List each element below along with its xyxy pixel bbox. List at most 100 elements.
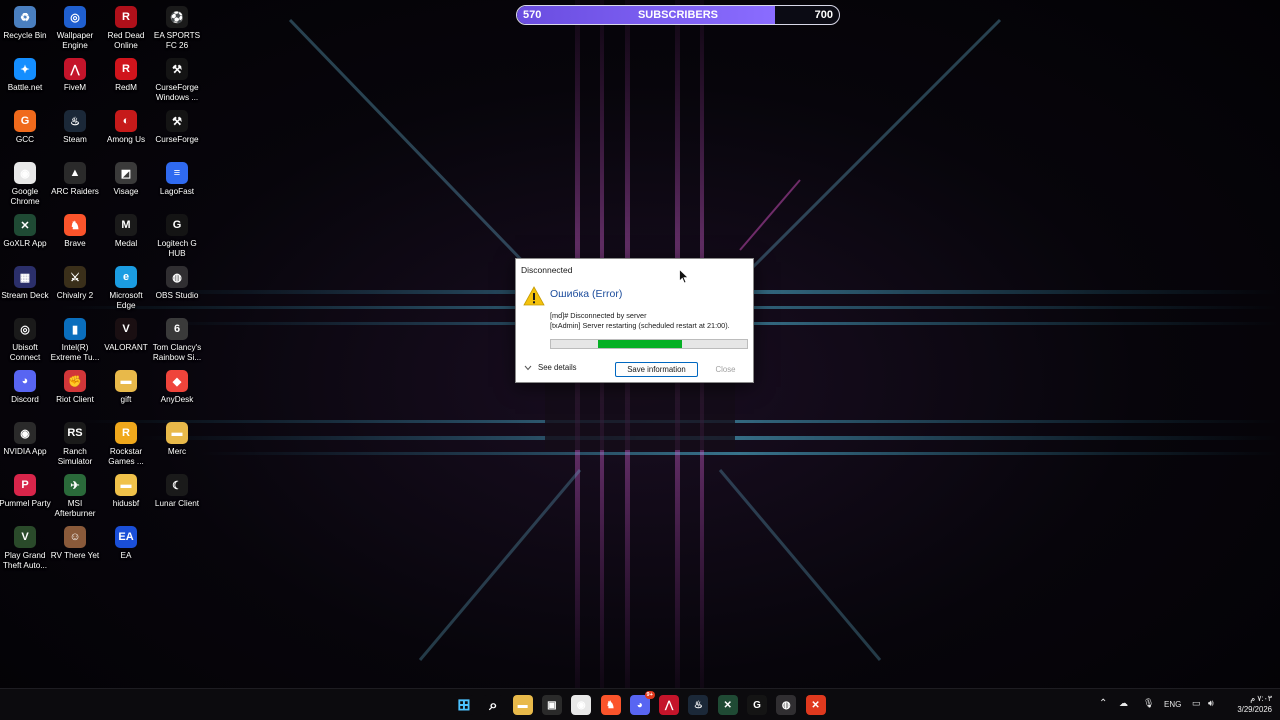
ranch-simulator-icon: RS (64, 422, 86, 444)
see-details-toggle[interactable]: See details (524, 363, 577, 372)
fivem-error-icon[interactable]: ✕ (805, 695, 826, 715)
language-indicator[interactable]: ENG (1164, 700, 1181, 709)
desktop-icon-label: Discord (11, 395, 39, 404)
microsoft-store-icon[interactable]: ▣ (541, 695, 562, 715)
desktop-icon[interactable]: ◆ AnyDesk (152, 366, 202, 405)
desktop-icon[interactable]: ◉ Google Chrome (0, 158, 50, 207)
desktop-icon-label: Microsoft Edge (109, 291, 143, 310)
desktop-icon[interactable]: ☾ Lunar Client (152, 470, 202, 509)
volume-icon[interactable]: 🔊︎ (1208, 698, 1214, 709)
desktop-icon[interactable]: ◎ Ubisoft Connect (0, 314, 50, 363)
desktop-icon[interactable]: ✈ MSI Afterburner (50, 470, 100, 519)
desktop-icon[interactable]: M Medal (101, 210, 151, 249)
desktop-icon[interactable]: ✊ Riot Client (50, 366, 100, 405)
battlenet-icon: ✦ (14, 58, 36, 80)
obs-studio-icon[interactable]: ◍ (776, 695, 797, 715)
desktop-icon[interactable]: ▲ ARC Raiders (50, 158, 100, 197)
google-chrome-icon: ◉ (14, 162, 36, 184)
fivem-icon[interactable]: ⋀ (659, 695, 680, 715)
desktop-icon[interactable]: ⚒ CurseForge Windows ... (152, 54, 202, 103)
desktop-icon[interactable]: G GCC (0, 106, 50, 145)
desktop-icon[interactable]: ◩ Visage (101, 158, 151, 197)
close-button[interactable]: Close (702, 362, 749, 377)
desktop-icon[interactable]: V VALORANT (101, 314, 151, 353)
desktop-icon-label: Visage (113, 187, 139, 196)
folder-icon: ▬ (166, 422, 188, 444)
desktop-icon[interactable]: ◉ NVIDIA App (0, 418, 50, 457)
desktop-icon[interactable]: ◕ Discord (0, 366, 50, 405)
visage-icon: ◩ (115, 162, 137, 184)
error-message-line-1: [md]# Disconnected by server (550, 311, 647, 320)
show-hidden-icons-chevron-icon[interactable]: ⌃ (1099, 698, 1107, 709)
desktop-icon-label: AnyDesk (160, 395, 194, 404)
redm-icon: R (115, 58, 137, 80)
desktop-icon[interactable]: EA EA (101, 522, 151, 561)
desktop-icon[interactable]: ⋀ FiveM (50, 54, 100, 93)
brave-icon[interactable]: ♞ (600, 695, 621, 715)
desktop-icon[interactable]: ⚽ EA SPORTS FC 26 (152, 2, 202, 51)
desktop-icon-label: Pummel Party (0, 499, 51, 508)
desktop-icon[interactable]: ≡ LagoFast (152, 158, 202, 197)
google-chrome-icon[interactable]: ◉ (571, 695, 592, 715)
clock[interactable]: ٧:٠٣ م 3/29/2026 (1237, 693, 1272, 715)
network-icon[interactable]: ▭ (1192, 698, 1201, 709)
desktop-icon[interactable]: ✕ GoXLR App (0, 210, 50, 249)
discord-icon[interactable]: ◕ 9+ (629, 691, 655, 715)
desktop-icon[interactable]: ♞ Brave (50, 210, 100, 249)
folder-icon: ▬ (115, 474, 137, 496)
logitech-ghub-icon[interactable]: G (747, 695, 767, 715)
curseforge-windows-icon: ⚒ (166, 58, 188, 80)
desktop-icon[interactable]: ✦ Battle.net (0, 54, 50, 93)
desktop-icon[interactable]: G Logitech G HUB (152, 210, 202, 259)
red-dead-online-icon: R (115, 6, 137, 28)
recycle-bin-icon: ♻ (14, 6, 36, 28)
desktop-icon-label: Chivalry 2 (56, 291, 94, 300)
file-explorer-icon[interactable]: ▬ (512, 695, 533, 715)
subscriber-goal-bar: 570 SUBSCRIBERS 700 (516, 5, 840, 25)
desktop-icon[interactable]: ♻ Recycle Bin (0, 2, 50, 41)
rockstar-games-icon: R (115, 422, 137, 444)
save-information-button[interactable]: Save information (615, 362, 698, 377)
steam-icon: ♨ (64, 110, 86, 132)
desktop-icon[interactable]: ▦ Stream Deck (0, 262, 50, 301)
desktop-icon[interactable]: ⚒ CurseForge (152, 106, 202, 145)
onedrive-icon[interactable]: ☁ (1119, 698, 1128, 709)
desktop-icon-label: NVIDIA App (3, 447, 47, 456)
desktop-icon[interactable]: 6 Tom Clancy's Rainbow Si... (152, 314, 202, 363)
progress-bar-fill (598, 340, 683, 348)
desktop-icon[interactable]: V Play Grand Theft Auto... (0, 522, 50, 571)
windows-start-icon[interactable]: ⊞ (454, 695, 474, 715)
desktop-icon[interactable]: R Red Dead Online (101, 2, 151, 51)
desktop-icon[interactable]: ▬ hidusbf (101, 470, 151, 509)
search-icon[interactable]: ⌕ (483, 695, 504, 715)
arc-raiders-icon: ▲ (64, 162, 86, 184)
desktop-icon-label: EA SPORTS FC 26 (153, 31, 201, 50)
desktop-icon[interactable]: ☺ RV There Yet (50, 522, 100, 561)
microphone-icon[interactable]: 🎙︎ (1143, 698, 1154, 709)
desktop-icon[interactable]: R Rockstar Games ... (101, 418, 151, 467)
desktop-icon[interactable]: ◍ OBS Studio (152, 262, 202, 301)
desktop-icon[interactable]: ▬ Merc (152, 418, 202, 457)
desktop-icon[interactable]: ◎ Wallpaper Engine (50, 2, 100, 51)
desktop-icon[interactable]: ▬ gift (101, 366, 151, 405)
fivem-icon: ⋀ (64, 58, 86, 80)
desktop-icon[interactable]: RS Ranch Simulator (50, 418, 100, 467)
desktop-icon[interactable]: ⚔ Chivalry 2 (50, 262, 100, 301)
desktop-icon[interactable]: R RedM (101, 54, 151, 93)
desktop-icon[interactable]: e Microsoft Edge (101, 262, 151, 311)
desktop-icon-label: Steam (63, 135, 87, 144)
desktop-icon-label: Wallpaper Engine (56, 31, 94, 50)
desktop-icon[interactable]: ▮ Intel(R) Extreme Tu... (50, 314, 100, 363)
gcc-icon: G (14, 110, 36, 132)
curseforge-icon: ⚒ (166, 110, 188, 132)
error-message-line-2: [txAdmin] Server restarting (scheduled r… (550, 321, 730, 330)
desktop-icon-label: FiveM (63, 83, 87, 92)
desktop-icon[interactable]: ◐ Among Us (101, 106, 151, 145)
desktop-icon[interactable]: ♨ Steam (50, 106, 100, 145)
desktop-icon-label: OBS Studio (155, 291, 199, 300)
steam-icon[interactable]: ♨ (688, 695, 709, 715)
desktop-icon[interactable]: P Pummel Party (0, 470, 51, 509)
logitech-ghub-icon: G (166, 214, 188, 236)
goxlr-icon[interactable]: ✕ (717, 695, 738, 715)
desktop-icon-label: Recycle Bin (3, 31, 47, 40)
